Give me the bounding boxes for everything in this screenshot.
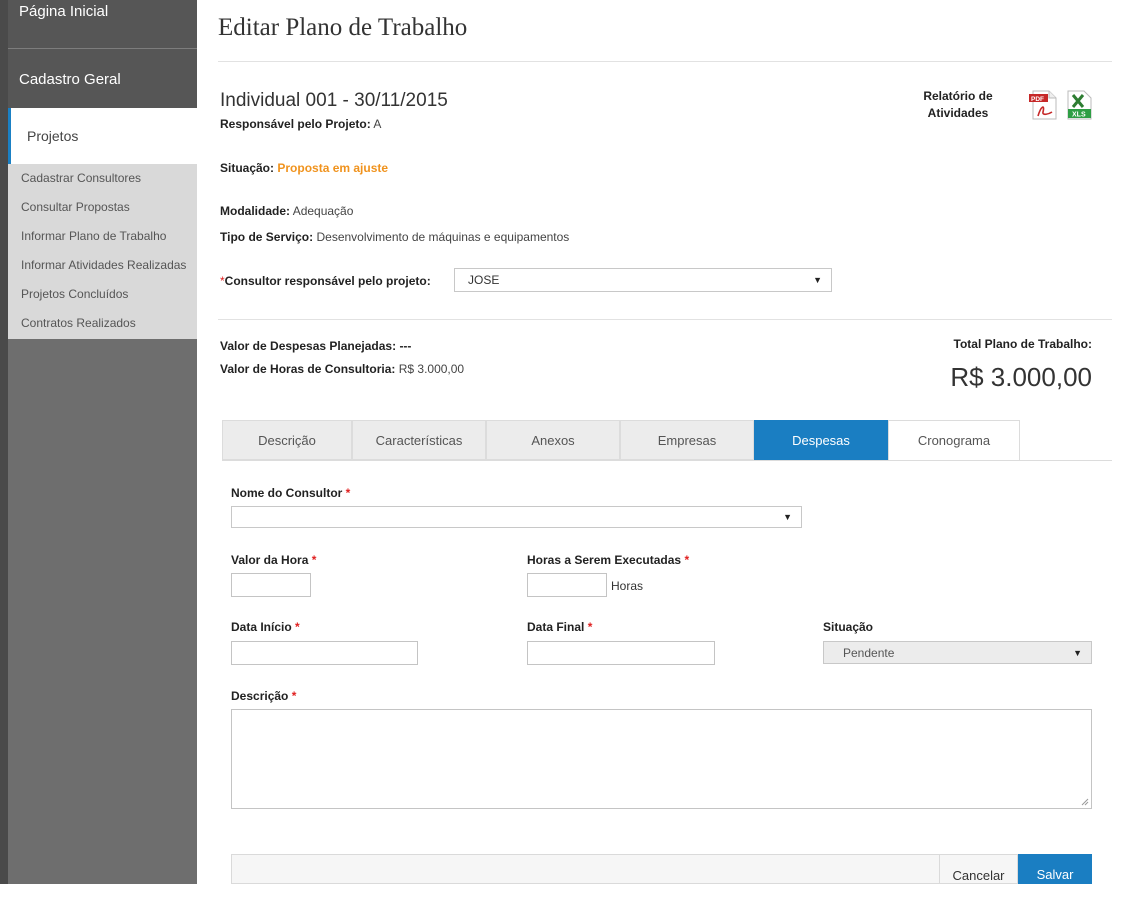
save-button[interactable]: Salvar [1018, 854, 1092, 884]
chevron-down-icon: ▼ [813, 275, 822, 285]
tab-despesas[interactable]: Despesas [754, 420, 888, 460]
horas-executadas-input[interactable] [527, 573, 607, 597]
divider [218, 61, 1112, 62]
sidebar-item-projetos[interactable]: Projetos [8, 108, 197, 164]
submenu-item-cadastrar-consultores[interactable]: Cadastrar Consultores [8, 164, 197, 193]
despesas-planejadas-label: Valor de Despesas Planejadas: [220, 339, 397, 353]
horas-consultoria-field: Valor de Horas de Consultoria: R$ 3.000,… [220, 362, 464, 376]
horas-consultoria-value: R$ 3.000,00 [398, 362, 465, 376]
tab-empresas[interactable]: Empresas [620, 420, 754, 460]
sidebar: Página Inicial Cadastro Geral Projetos C… [0, 0, 197, 884]
horas-executadas-label-text: Horas a Serem Executadas [527, 553, 682, 567]
sidebar-item-cadastro-geral[interactable]: Cadastro Geral [8, 49, 197, 108]
required-mark: * [291, 689, 297, 703]
descricao-label-text: Descrição [231, 689, 289, 703]
cancel-button[interactable]: Cancelar [939, 854, 1018, 884]
required-mark: * [684, 553, 690, 567]
pdf-icon-text: PDF [1031, 96, 1044, 103]
horas-executadas-label: Horas a Serem Executadas * [527, 553, 689, 567]
pdf-icon[interactable]: PDF [1029, 90, 1057, 120]
valor-hora-label: Valor da Hora * [231, 553, 316, 567]
status-badge: Proposta em ajuste [277, 161, 389, 175]
xls-icon-text: XLS [1072, 112, 1086, 119]
data-inicio-label: Data Início * [231, 620, 300, 634]
tipo-servico-value: Desenvolvimento de máquinas e equipament… [316, 230, 570, 244]
modalidade-label: Modalidade: [220, 204, 291, 218]
xls-icon[interactable]: XLS [1066, 90, 1092, 120]
data-inicio-label-text: Data Início [231, 620, 292, 634]
divider [218, 319, 1112, 320]
nome-consultor-select[interactable]: ▼ [231, 506, 802, 528]
consultor-responsavel-select[interactable]: JOSE ▼ [454, 268, 832, 292]
responsavel-label: Responsável pelo Projeto: [220, 117, 371, 131]
consultor-responsavel-label: *Consultor responsável pelo projeto: [220, 274, 431, 288]
report-label-line1: Relatório de [923, 89, 993, 103]
horas-unit-label: Horas [611, 579, 644, 593]
descricao-textarea[interactable] [231, 709, 1092, 809]
submenu-item-projetos-concluidos[interactable]: Projetos Concluídos [8, 280, 197, 309]
submenu-item-consultar-propostas[interactable]: Consultar Propostas [8, 193, 197, 222]
page-title: Editar Plano de Trabalho [218, 14, 468, 41]
required-mark: * [311, 553, 317, 567]
responsavel-field: Responsável pelo Projeto: A [220, 117, 381, 131]
required-mark: * [345, 486, 351, 500]
modalidade-field: Modalidade: Adequação [220, 204, 353, 218]
tab-anexos[interactable]: Anexos [486, 420, 620, 460]
tab-descricao[interactable]: Descrição [222, 420, 352, 460]
data-final-label: Data Final * [527, 620, 592, 634]
resize-handle-icon[interactable] [1081, 798, 1089, 806]
situacao-field: Situação: Proposta em ajuste [220, 161, 388, 175]
horas-consultoria-label: Valor de Horas de Consultoria: [220, 362, 396, 376]
submenu-item-contratos-realizados[interactable]: Contratos Realizados [8, 309, 197, 338]
tipo-servico-label: Tipo de Serviço: [220, 230, 314, 244]
descricao-label: Descrição * [231, 689, 296, 703]
valor-hora-label-text: Valor da Hora [231, 553, 309, 567]
despesas-planejadas-value: --- [399, 339, 412, 353]
sidebar-strip [0, 0, 8, 884]
tab-underline [222, 460, 1112, 461]
project-title: Individual 001 - 30/11/2015 [220, 90, 448, 111]
total-value: R$ 3.000,00 [950, 362, 1092, 392]
chevron-down-icon: ▼ [1073, 648, 1082, 658]
situacao-select-value: Pendente [843, 646, 895, 660]
tab-caracteristicas[interactable]: Características [352, 420, 486, 460]
report-label-line2: Atividades [927, 106, 989, 120]
situacao-form-label: Situação [823, 620, 874, 634]
consultor-responsavel-label-text: Consultor responsável pelo projeto: [224, 274, 431, 288]
submenu-item-informar-plano[interactable]: Informar Plano de Trabalho [8, 222, 197, 251]
required-mark: * [587, 620, 593, 634]
tipo-servico-field: Tipo de Serviço: Desenvolvimento de máqu… [220, 230, 569, 244]
modalidade-value: Adequação [292, 204, 354, 218]
required-mark: * [295, 620, 300, 634]
sidebar-submenu: Cadastrar Consultores Consultar Proposta… [8, 164, 197, 339]
sidebar-item-label: Página Inicial [19, 3, 109, 20]
data-inicio-input[interactable] [231, 641, 418, 665]
data-final-input[interactable] [527, 641, 715, 665]
responsavel-value: A [373, 117, 382, 131]
nome-consultor-label-text: Nome do Consultor [231, 486, 343, 500]
sidebar-item-home[interactable]: Página Inicial [8, 0, 197, 49]
consultor-responsavel-value: JOSE [468, 273, 500, 287]
sidebar-item-label: Projetos [27, 128, 79, 144]
submenu-item-informar-atividades[interactable]: Informar Atividades Realizadas [8, 251, 197, 280]
tab-cronograma[interactable]: Cronograma [888, 420, 1020, 461]
nome-consultor-label: Nome do Consultor * [231, 486, 350, 500]
footer-bar [231, 854, 939, 884]
situacao-label: Situação: [220, 161, 275, 175]
total-label: Total Plano de Trabalho: [953, 337, 1092, 351]
sidebar-item-label: Cadastro Geral [19, 71, 121, 88]
despesas-planejadas-field: Valor de Despesas Planejadas: --- [220, 339, 411, 353]
data-final-label-text: Data Final [527, 620, 585, 634]
situacao-select[interactable]: Pendente ▼ [823, 641, 1092, 664]
chevron-down-icon: ▼ [783, 512, 792, 522]
report-label: Relatório de Atividades [908, 88, 1008, 122]
valor-hora-input[interactable] [231, 573, 311, 597]
